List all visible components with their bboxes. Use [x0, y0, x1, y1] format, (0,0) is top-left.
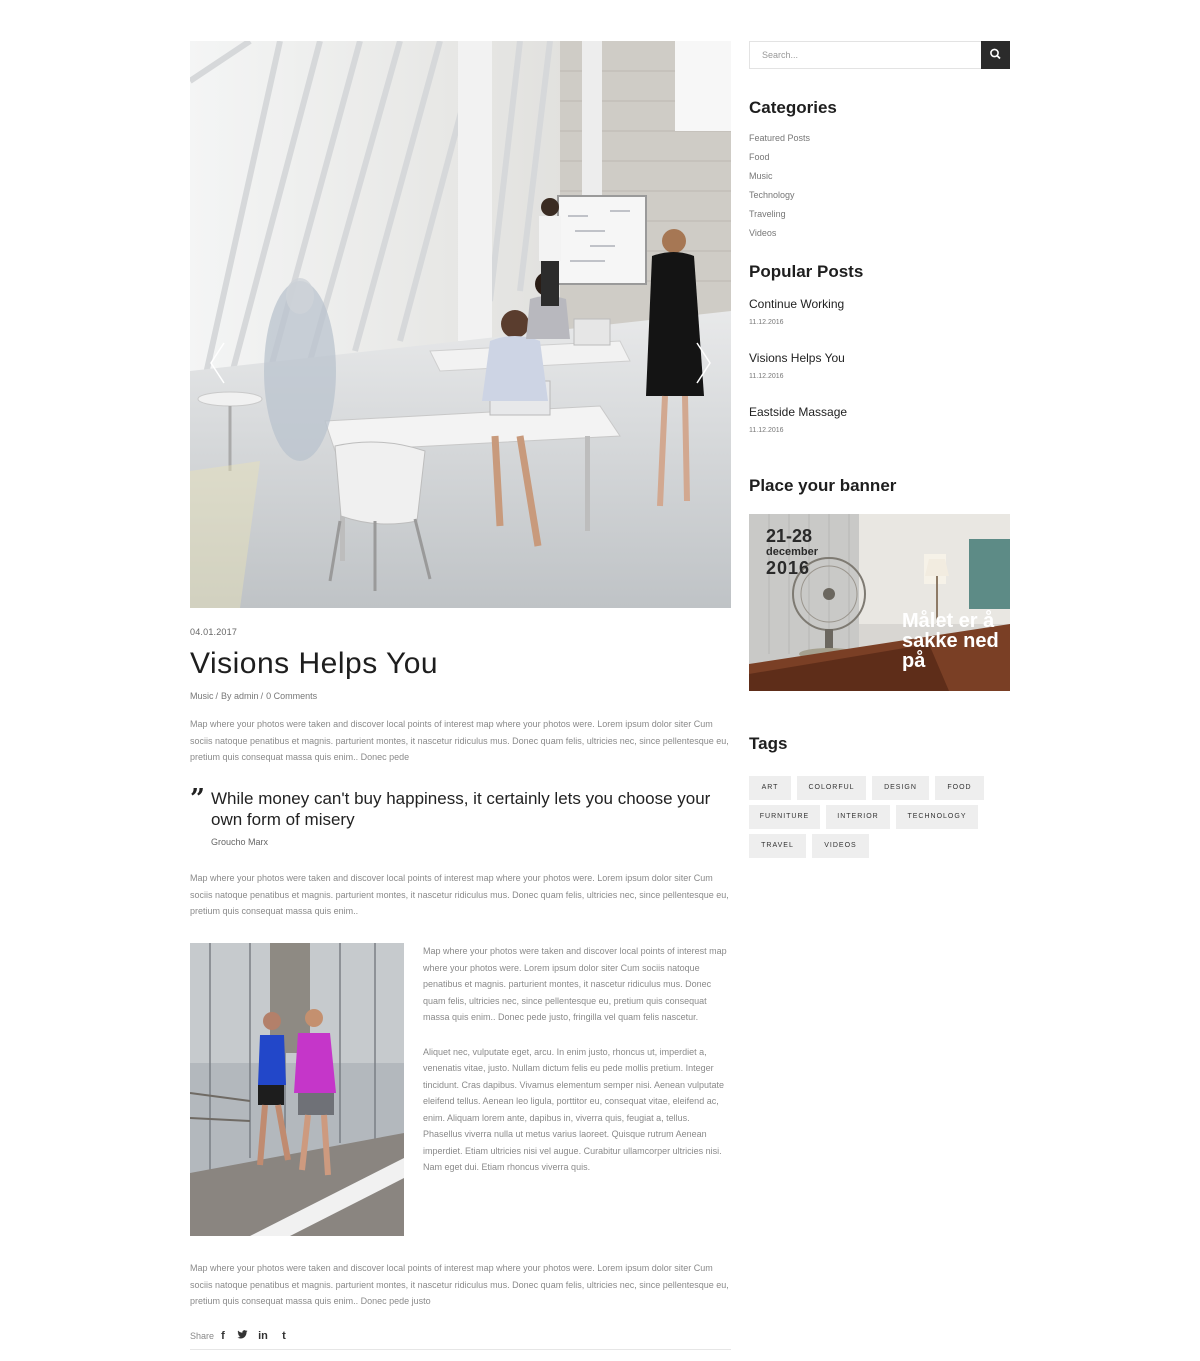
share-bar: Share f in t: [190, 1328, 731, 1350]
category-item[interactable]: Food: [749, 148, 810, 167]
popular-post: Visions Helps You 11.12.2016: [749, 351, 1010, 380]
search-form: [749, 41, 1010, 69]
search-icon: [990, 48, 1001, 60]
slider-prev-arrow[interactable]: [208, 341, 228, 385]
post-paragraph: Map where your photos were taken and dis…: [190, 1263, 729, 1306]
tumblr-icon[interactable]: t: [277, 1329, 291, 1343]
post-date: 04.01.2017: [190, 627, 238, 637]
popular-post-date: 11.12.2016: [749, 427, 784, 434]
quote-author: Groucho Marx: [211, 837, 269, 847]
runners-photo: [190, 943, 404, 1236]
twitter-icon[interactable]: [235, 1329, 249, 1343]
post-title: Visions Helps You: [190, 647, 439, 680]
banner-widget-title: Place your banner: [749, 476, 897, 495]
popular-post: Continue Working 11.12.2016: [749, 297, 1010, 326]
banner-ad[interactable]: 21-28 december 2016 Målet er å sakke ned…: [749, 514, 1010, 691]
popular-post-date: 11.12.2016: [749, 319, 784, 326]
categories-list: Featured Posts Food Music Technology Tra…: [749, 129, 810, 243]
post-category-link[interactable]: Music: [190, 691, 214, 701]
banner-month: december: [766, 546, 818, 558]
post-meta: Music / By admin/0 Comments: [190, 691, 318, 701]
search-button[interactable]: [981, 41, 1010, 69]
post-paragraph: Map where your photos were taken and dis…: [190, 719, 729, 762]
post-column: 04.01.2017 Visions Helps You Music / By ad…: [190, 41, 731, 1350]
post-paragraph: Map where your photos were taken and dis…: [190, 873, 729, 916]
popular-post-title[interactable]: Eastside Massage: [749, 405, 1010, 419]
category-item[interactable]: Featured Posts: [749, 129, 810, 148]
categories-title: Categories: [749, 98, 837, 117]
tags-title: Tags: [749, 734, 788, 753]
tag-item[interactable]: COLORFUL: [797, 776, 866, 800]
category-item[interactable]: Technology: [749, 186, 810, 205]
tag-item[interactable]: FURNITURE: [749, 805, 820, 829]
tag-item[interactable]: TECHNOLOGY: [896, 805, 978, 829]
category-item[interactable]: Videos: [749, 224, 810, 243]
banner-slogan: Målet er å sakke ned på: [902, 610, 999, 672]
tag-item[interactable]: INTERIOR: [826, 805, 890, 829]
office-photo: [190, 41, 731, 608]
quote-text: While money can't buy happiness, it cert…: [211, 789, 711, 829]
popular-post: Eastside Massage 11.12.2016: [749, 405, 1010, 434]
slider-next-arrow[interactable]: [693, 341, 713, 385]
banner-date-range: 21-28: [766, 526, 813, 546]
linkedin-icon[interactable]: in: [256, 1329, 270, 1343]
runners-image: [190, 943, 404, 1236]
popular-post-title[interactable]: Visions Helps You: [749, 351, 1010, 365]
banner-year: 2016: [766, 558, 811, 578]
popular-post-title[interactable]: Continue Working: [749, 297, 1010, 311]
tag-item[interactable]: DESIGN: [872, 776, 929, 800]
facebook-icon[interactable]: f: [216, 1329, 230, 1343]
post-featured-image: [190, 41, 731, 608]
side-paragraph: Aliquet nec, vulputate eget, arcu. In en…: [423, 1046, 724, 1173]
post-author-link[interactable]: By admin: [221, 691, 259, 701]
tag-item[interactable]: TRAVEL: [749, 834, 806, 858]
search-input[interactable]: [749, 41, 982, 69]
tag-item[interactable]: VIDEOS: [812, 834, 869, 858]
share-label: Share: [190, 1331, 215, 1341]
popular-post-date: 11.12.2016: [749, 373, 784, 380]
side-paragraph: Map where your photos were taken and dis…: [423, 946, 727, 1022]
category-item[interactable]: Music: [749, 167, 810, 186]
category-item[interactable]: Traveling: [749, 205, 810, 224]
quote-icon: ”: [190, 784, 205, 814]
popular-posts-title: Popular Posts: [749, 262, 864, 281]
tag-item[interactable]: ART: [749, 776, 791, 800]
image-side-text: Map where your photos were taken and dis…: [423, 943, 731, 1176]
post-comments-link[interactable]: 0 Comments: [266, 691, 317, 701]
tag-item[interactable]: FOOD: [935, 776, 984, 800]
